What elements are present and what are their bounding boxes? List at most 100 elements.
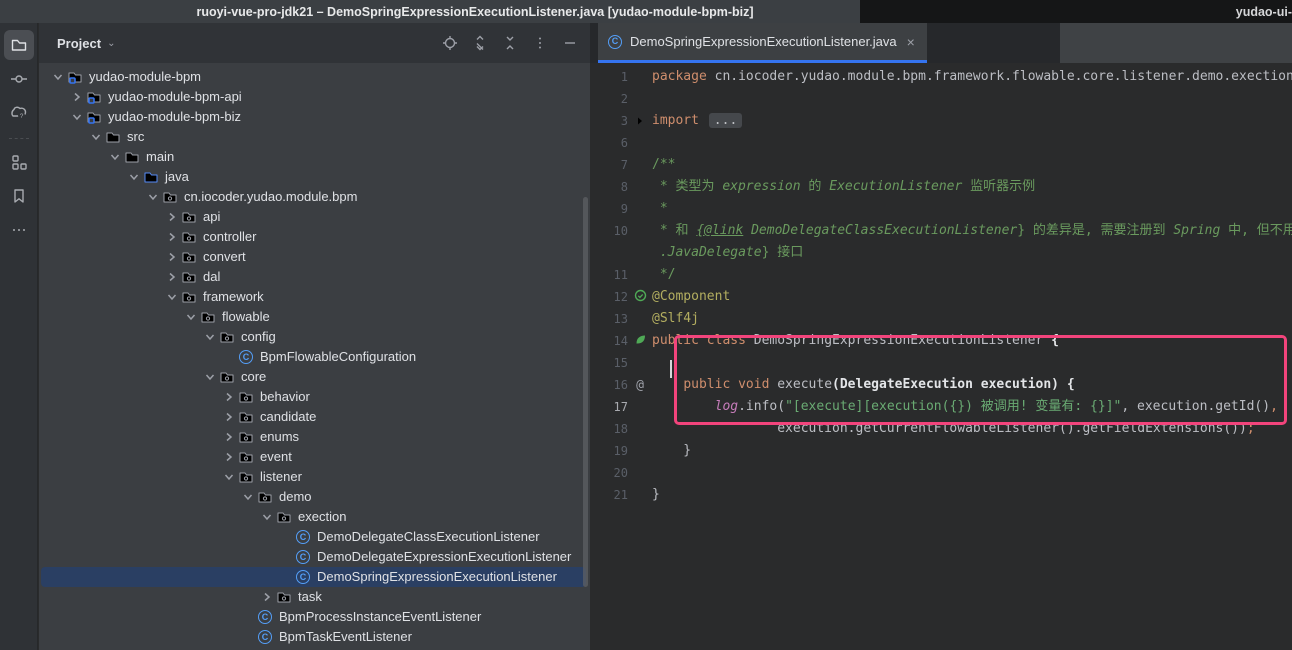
tree-item-BpmProcessInstanceEventListener[interactable]: CBpmProcessInstanceEventListener (39, 607, 590, 627)
code-line-18[interactable]: 18 execution.getCurrentFlowableListener(… (590, 418, 1292, 440)
chevron-down-icon[interactable] (201, 329, 218, 345)
chevron-down-icon[interactable] (163, 289, 180, 305)
code-line-14[interactable]: 14public class DemoSpringExpressionExecu… (590, 330, 1292, 352)
activity-button-more[interactable] (4, 215, 34, 245)
code-line-10[interactable]: 10 * 和 {@link DemoDelegateClassExecution… (590, 220, 1292, 242)
chevron-down-icon[interactable] (239, 489, 256, 505)
activity-button-project[interactable] (4, 30, 34, 60)
tree-item-api[interactable]: api (39, 207, 590, 227)
line-number[interactable]: 16 (590, 378, 628, 392)
line-number[interactable]: 20 (590, 466, 628, 480)
expand-all-button[interactable] (470, 33, 490, 53)
chevron-right-icon[interactable] (163, 209, 180, 225)
chevron-right-icon[interactable] (163, 269, 180, 285)
code-line-13[interactable]: 13@Slf4j (590, 308, 1292, 330)
project-panel-title[interactable]: Project (57, 36, 101, 51)
tree-item-yudao-module-bpm[interactable]: yudao-module-bpm (39, 67, 590, 87)
chevron-down-icon[interactable] (49, 69, 66, 85)
code-line-7[interactable]: 7/** (590, 154, 1292, 176)
line-number[interactable]: 11 (590, 268, 628, 282)
code-line-15[interactable]: 15 (590, 352, 1292, 374)
tree-item-candidate[interactable]: candidate (39, 407, 590, 427)
tree-item-main[interactable]: main (39, 147, 590, 167)
code-line-wrap[interactable]: .JavaDelegate} 接口 (590, 242, 1292, 264)
tree-item-dal[interactable]: dal (39, 267, 590, 287)
line-number[interactable]: 2 (590, 92, 628, 106)
chevron-right-icon[interactable] (220, 389, 237, 405)
chevron-right-icon[interactable] (220, 429, 237, 445)
code-line-16[interactable]: 16@ public void execute(DelegateExecutio… (590, 374, 1292, 396)
line-number[interactable]: 21 (590, 488, 628, 502)
tree-item-config[interactable]: config (39, 327, 590, 347)
line-number[interactable]: 13 (590, 312, 628, 326)
chevron-down-icon[interactable] (144, 189, 161, 205)
line-number[interactable]: 9 (590, 202, 628, 216)
tree-item-BpmTaskEventListener[interactable]: CBpmTaskEventListener (39, 627, 590, 646)
code-editor[interactable]: 1package cn.iocoder.yudao.module.bpm.fra… (590, 63, 1292, 506)
code-line-9[interactable]: 9 * (590, 198, 1292, 220)
project-tree-scrollbar[interactable] (583, 197, 588, 587)
code-line-19[interactable]: 19 } (590, 440, 1292, 462)
tree-item-listener[interactable]: listener (39, 467, 590, 487)
chevron-down-icon[interactable] (87, 129, 104, 145)
tree-item-flowable[interactable]: flowable (39, 307, 590, 327)
tree-item-cn.iocoder.yudao.module.bpm[interactable]: cn.iocoder.yudao.module.bpm (39, 187, 590, 207)
tree-item-task[interactable]: task (39, 587, 590, 607)
tree-item-yudao-module-bpm-biz[interactable]: yudao-module-bpm-biz (39, 107, 590, 127)
editor-tab[interactable]: C DemoSpringExpressionExecutionListener.… (598, 23, 927, 63)
line-number[interactable]: 7 (590, 158, 628, 172)
chevron-down-icon[interactable] (258, 509, 275, 525)
line-number[interactable]: 18 (590, 422, 628, 436)
more-button[interactable] (530, 33, 550, 53)
code-line-8[interactable]: 8 * 类型为 expression 的 ExecutionListener 监… (590, 176, 1292, 198)
code-line-2[interactable]: 2 (590, 88, 1292, 110)
tree-item-DemoDelegateExpressionExecutionListener[interactable]: CDemoDelegateExpressionExecutionListener (39, 547, 590, 567)
code-line-11[interactable]: 11 */ (590, 264, 1292, 286)
tree-item-src[interactable]: src (39, 127, 590, 147)
locate-button[interactable] (440, 33, 460, 53)
chevron-right-icon[interactable] (163, 249, 180, 265)
tree-item-behavior[interactable]: behavior (39, 387, 590, 407)
chevron-right-icon[interactable] (68, 89, 85, 105)
code-line-6[interactable]: 6 (590, 132, 1292, 154)
close-icon[interactable]: × (905, 34, 917, 50)
code-line-3[interactable]: 3import ... (590, 110, 1292, 132)
activity-button-structure[interactable] (4, 147, 34, 177)
line-number[interactable]: 17 (590, 400, 628, 414)
activity-button-commit[interactable] (4, 64, 34, 94)
tree-item-DemoDelegateClassExecutionListener[interactable]: CDemoDelegateClassExecutionListener (39, 527, 590, 547)
line-number[interactable]: 15 (590, 356, 628, 370)
line-number[interactable]: 8 (590, 180, 628, 194)
line-number[interactable]: 3 (590, 114, 628, 128)
tree-item-framework[interactable]: framework (39, 287, 590, 307)
chevron-right-icon[interactable] (163, 229, 180, 245)
chevron-down-icon[interactable] (201, 369, 218, 385)
chevron-down-icon[interactable] (220, 469, 237, 485)
tree-item-enums[interactable]: enums (39, 427, 590, 447)
code-line-21[interactable]: 21} (590, 484, 1292, 506)
chevron-down-icon[interactable] (125, 169, 142, 185)
tree-item-event[interactable]: event (39, 447, 590, 467)
chevron-right-icon[interactable] (220, 409, 237, 425)
code-line-1[interactable]: 1package cn.iocoder.yudao.module.bpm.fra… (590, 66, 1292, 88)
tree-item-yudao-module-bpm-api[interactable]: yudao-module-bpm-api (39, 87, 590, 107)
activity-button-bookmarks[interactable] (4, 181, 34, 211)
tree-item-BpmFlowableConfiguration[interactable]: CBpmFlowableConfiguration (39, 347, 590, 367)
code-line-12[interactable]: 12@Component (590, 286, 1292, 308)
line-number[interactable]: 14 (590, 334, 628, 348)
tree-item-java[interactable]: java (39, 167, 590, 187)
code-line-20[interactable]: 20 (590, 462, 1292, 484)
tree-item-convert[interactable]: convert (39, 247, 590, 267)
tree-item-controller[interactable]: controller (39, 227, 590, 247)
collapse-all-button[interactable] (500, 33, 520, 53)
line-number[interactable]: 12 (590, 290, 628, 304)
chevron-down-icon[interactable] (106, 149, 123, 165)
tree-item-exection[interactable]: exection (39, 507, 590, 527)
spring-bean-icon[interactable] (634, 289, 647, 305)
chevron-down-icon[interactable] (182, 309, 199, 325)
tree-item-demo[interactable]: demo (39, 487, 590, 507)
tree-item-DemoSpringExpressionExecutionListener[interactable]: CDemoSpringExpressionExecutionListener (39, 567, 590, 587)
annotated-gutter-icon[interactable]: @ (636, 378, 644, 393)
line-number[interactable]: 6 (590, 136, 628, 150)
tree-item-core[interactable]: core (39, 367, 590, 387)
